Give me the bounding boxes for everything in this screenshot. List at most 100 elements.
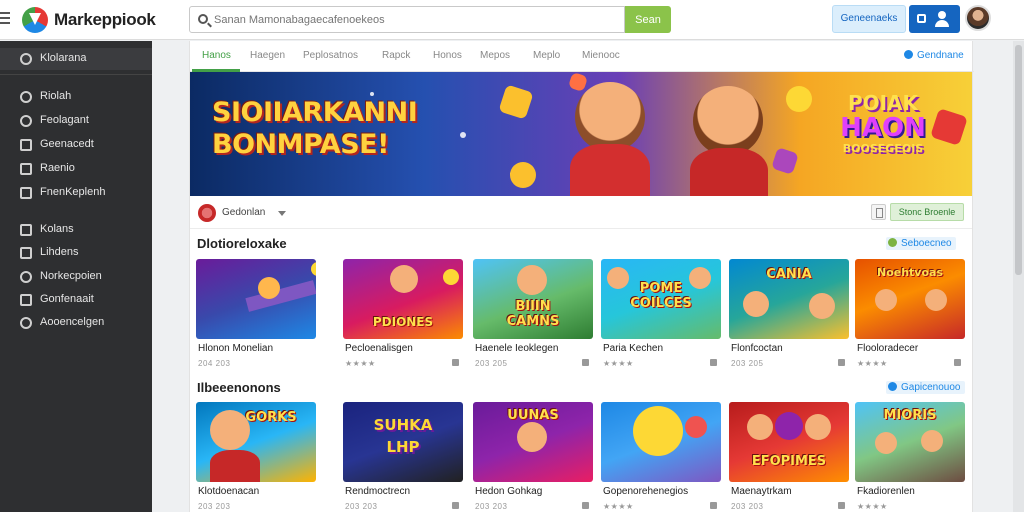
bookmark-icon[interactable] bbox=[710, 359, 717, 366]
game-thumbnail[interactable]: UUNAS bbox=[473, 402, 593, 482]
search-input[interactable] bbox=[214, 10, 614, 29]
sidebar-item-label: Kolans bbox=[40, 223, 74, 235]
game-title: Hlonon Monelian bbox=[198, 343, 274, 354]
game-title: Flooloradecer bbox=[857, 343, 919, 354]
filter-dropdown[interactable]: Gedonlan bbox=[222, 207, 265, 218]
tab-6[interactable]: Meplo bbox=[533, 50, 560, 61]
bookmark-icon[interactable] bbox=[710, 502, 717, 509]
thumb-text: POME COILCES bbox=[630, 281, 692, 311]
sidebar-item-7[interactable]: Lihdens bbox=[0, 242, 152, 264]
bookmark-icon[interactable] bbox=[954, 359, 961, 366]
character-body bbox=[570, 144, 650, 196]
scrollbar-thumb[interactable] bbox=[1015, 45, 1022, 275]
game-thumbnail[interactable]: GORKS bbox=[196, 402, 316, 482]
game-title: Paria Kechen bbox=[603, 343, 664, 354]
tab-0[interactable]: Hanos bbox=[202, 50, 231, 61]
bookmark-icon[interactable] bbox=[838, 502, 845, 509]
game-meta: 203 203 bbox=[731, 502, 764, 511]
search-button[interactable]: Sean bbox=[625, 6, 671, 33]
tab-2[interactable]: Peplosatnos bbox=[303, 50, 358, 61]
banner-badge: POIAK HAON BOOSEGEOIS bbox=[824, 92, 942, 172]
sidebar-item-4[interactable]: Raenio bbox=[0, 158, 152, 180]
tab-3[interactable]: Rapck bbox=[382, 50, 410, 61]
circle-icon bbox=[20, 115, 32, 127]
bookmark-icon[interactable] bbox=[582, 359, 589, 366]
hero-banner[interactable]: SIOIIARKANNI BONMPASE! POIAK HAON BOOSEG… bbox=[190, 72, 972, 196]
thumb-text: SUHKA LHP bbox=[373, 416, 433, 456]
dice-icon bbox=[498, 84, 534, 120]
game-thumbnail[interactable]: MIORIS bbox=[855, 402, 965, 482]
banner-title: SIOIIARKANNI BONMPASE! bbox=[212, 97, 418, 160]
game-rating: ★★★★ bbox=[857, 359, 888, 368]
smiley-icon bbox=[786, 86, 812, 112]
chevron-down-icon[interactable] bbox=[278, 211, 286, 216]
game-thumbnail[interactable]: EFOPIMES bbox=[729, 402, 849, 482]
sidebar-item-9[interactable]: Gonfenaait bbox=[0, 289, 152, 311]
avatar[interactable] bbox=[965, 5, 991, 31]
character-face bbox=[575, 82, 645, 152]
game-rating: ★★★★ bbox=[857, 502, 888, 511]
bookmark-icon[interactable] bbox=[582, 502, 589, 509]
page-scrollbar[interactable] bbox=[1013, 41, 1024, 512]
account-button[interactable] bbox=[909, 5, 960, 33]
category-icon bbox=[198, 204, 216, 222]
user-icon bbox=[20, 53, 32, 65]
section-link[interactable]: Seboecneo bbox=[886, 237, 956, 250]
candy-icon bbox=[567, 72, 589, 93]
sidebar-item-0[interactable]: Klolarana bbox=[0, 48, 152, 70]
tab-1[interactable]: Haegen bbox=[250, 50, 285, 61]
tab-5[interactable]: Mepos bbox=[480, 50, 510, 61]
sidebar-item-6[interactable]: Kolans bbox=[0, 219, 152, 241]
game-thumbnail[interactable] bbox=[601, 402, 721, 482]
game-meta: 203 203 bbox=[345, 502, 378, 511]
banner-badge-line: HAON bbox=[840, 113, 926, 143]
tab-4[interactable]: Honos bbox=[433, 50, 462, 61]
banner-badge-line: POIAK bbox=[847, 91, 919, 115]
game-thumbnail[interactable] bbox=[196, 259, 316, 339]
tab-7[interactable]: Mienooc bbox=[582, 50, 620, 61]
game-thumbnail[interactable]: Noehtvoas bbox=[855, 259, 965, 339]
tabs-action-link[interactable]: Gendnane bbox=[904, 50, 964, 61]
logo-icon[interactable] bbox=[22, 7, 48, 33]
info-icon bbox=[904, 50, 913, 59]
person-icon bbox=[935, 11, 949, 27]
game-title: Maenaytrkam bbox=[731, 486, 792, 497]
game-thumbnail[interactable]: CANIA bbox=[729, 259, 849, 339]
settings-icon bbox=[20, 317, 32, 329]
grid-icon bbox=[917, 14, 926, 23]
thumb-text: GORKS bbox=[245, 410, 297, 425]
bookmark-icon[interactable] bbox=[452, 359, 459, 366]
section-link[interactable]: Gapicenouoo bbox=[886, 381, 965, 394]
sidebar-item-label: Klolarana bbox=[40, 52, 87, 64]
gem-icon bbox=[771, 147, 799, 175]
search-box[interactable] bbox=[189, 6, 625, 33]
sidebar-item-8[interactable]: Norkecpoien bbox=[0, 266, 152, 288]
box-icon bbox=[20, 187, 32, 199]
section-title: Dlotioreloxake bbox=[197, 236, 287, 251]
section-link-label: Seboecneo bbox=[901, 238, 952, 249]
game-thumbnail[interactable]: BIIIN CAMNS bbox=[473, 259, 593, 339]
bookmark-icon[interactable] bbox=[452, 502, 459, 509]
sidebar-item-label: Norkecpoien bbox=[40, 270, 102, 282]
top-bar: Markeppiook Sean Geneenaeks bbox=[0, 0, 1024, 40]
game-meta: 203 205 bbox=[731, 359, 764, 368]
sidebar-item-3[interactable]: Geenacedt bbox=[0, 134, 152, 156]
sidebar-item-2[interactable]: Feolagant bbox=[0, 110, 152, 132]
game-meta: 203 203 bbox=[475, 502, 508, 511]
game-title: Rendmoctrecn bbox=[345, 486, 411, 497]
game-thumbnail[interactable]: SUHKA LHP bbox=[343, 402, 463, 482]
sidebar-item-10[interactable]: Aooencelgen bbox=[0, 312, 152, 334]
link-icon bbox=[888, 382, 897, 391]
game-thumbnail[interactable]: PDIONES bbox=[343, 259, 463, 339]
header-pill-button[interactable]: Geneenaeks bbox=[832, 5, 906, 33]
sidebar-item-5[interactable]: FnenKeplenh bbox=[0, 182, 152, 204]
game-title: Hedon Gohkag bbox=[475, 486, 543, 497]
menu-icon[interactable] bbox=[0, 12, 10, 24]
brand-name[interactable]: Markeppiook bbox=[54, 10, 156, 30]
filter-button[interactable]: Stonc Broenle bbox=[890, 203, 964, 221]
game-thumbnail[interactable]: POME COILCES bbox=[601, 259, 721, 339]
bookmark-icon[interactable] bbox=[838, 359, 845, 366]
view-toggle-icon[interactable] bbox=[871, 204, 886, 220]
sidebar-item-1[interactable]: Riolah bbox=[0, 86, 152, 108]
sidebar-item-label: Lihdens bbox=[40, 246, 79, 258]
